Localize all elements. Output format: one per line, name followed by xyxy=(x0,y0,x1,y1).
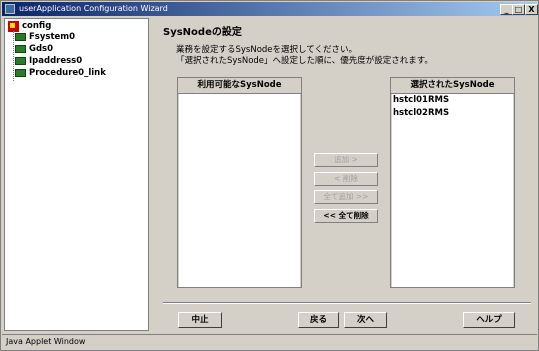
list-item[interactable]: hstcl01RMS xyxy=(392,94,513,107)
selected-sysnode-list[interactable]: hstcl01RMS hstcl02RMS xyxy=(392,94,513,287)
available-sysnode-header: 利用可能なSysNode xyxy=(178,78,301,94)
tree-item-procedure0-link[interactable]: Procedure0_link xyxy=(15,68,106,79)
status-bar: Java Applet Window xyxy=(2,334,537,348)
resource-icon xyxy=(15,69,26,77)
resource-icon xyxy=(15,33,26,41)
tree-item-label: config xyxy=(22,21,52,31)
add-all-button[interactable]: 全て追加 >> xyxy=(314,190,378,204)
divider xyxy=(163,302,531,304)
help-button[interactable]: ヘルプ xyxy=(463,312,515,328)
resource-icon xyxy=(15,45,26,53)
title-bar[interactable]: userApplication Configuration Wizard _ □… xyxy=(2,2,538,16)
tree-item-ipaddress0[interactable]: Ipaddress0 xyxy=(15,56,82,67)
wizard-window: userApplication Configuration Wizard _ □… xyxy=(0,0,539,351)
maximize-button[interactable]: □ xyxy=(512,4,525,15)
add-button[interactable]: 追加 > xyxy=(314,153,378,167)
resource-icon xyxy=(15,57,26,65)
next-button[interactable]: 次へ xyxy=(344,312,387,328)
available-sysnode-panel: 利用可能なSysNode xyxy=(177,77,302,288)
tree-item-label: Ipaddress0 xyxy=(29,56,83,66)
cancel-button[interactable]: 中止 xyxy=(178,312,222,328)
remove-button[interactable]: < 削除 xyxy=(314,172,378,186)
page-title: SysNodeの設定 xyxy=(163,27,242,38)
tree-item-label: Procedure0_link xyxy=(29,68,106,78)
tree-item-gds0[interactable]: Gds0 xyxy=(15,44,53,55)
tree-item-fsystem0[interactable]: Fsystem0 xyxy=(15,32,75,43)
selected-sysnode-panel: 選択されたSysNode hstcl01RMS hstcl02RMS xyxy=(390,77,515,288)
tree-item-label: Fsystem0 xyxy=(29,32,76,42)
tree-item-config[interactable]: config xyxy=(8,21,51,32)
list-item[interactable]: hstcl02RMS xyxy=(392,107,513,120)
selected-sysnode-header: 選択されたSysNode xyxy=(391,78,514,94)
java-app-icon xyxy=(5,4,15,14)
back-button[interactable]: 戻る xyxy=(298,312,339,328)
close-button[interactable]: X xyxy=(525,4,538,15)
remove-all-button[interactable]: << 全て削除 xyxy=(314,209,378,223)
config-tree[interactable]: config Fsystem0 Gds0 Ipaddress0 Procedur… xyxy=(4,18,149,331)
available-sysnode-list[interactable] xyxy=(179,94,300,287)
tree-item-label: Gds0 xyxy=(29,44,54,54)
description-line-2: 「選択されたSysNode」へ設定した順に、優先度が設定されます。 xyxy=(176,56,433,66)
tree-connector-line xyxy=(13,31,14,81)
window-title: userApplication Configuration Wizard xyxy=(19,4,168,13)
